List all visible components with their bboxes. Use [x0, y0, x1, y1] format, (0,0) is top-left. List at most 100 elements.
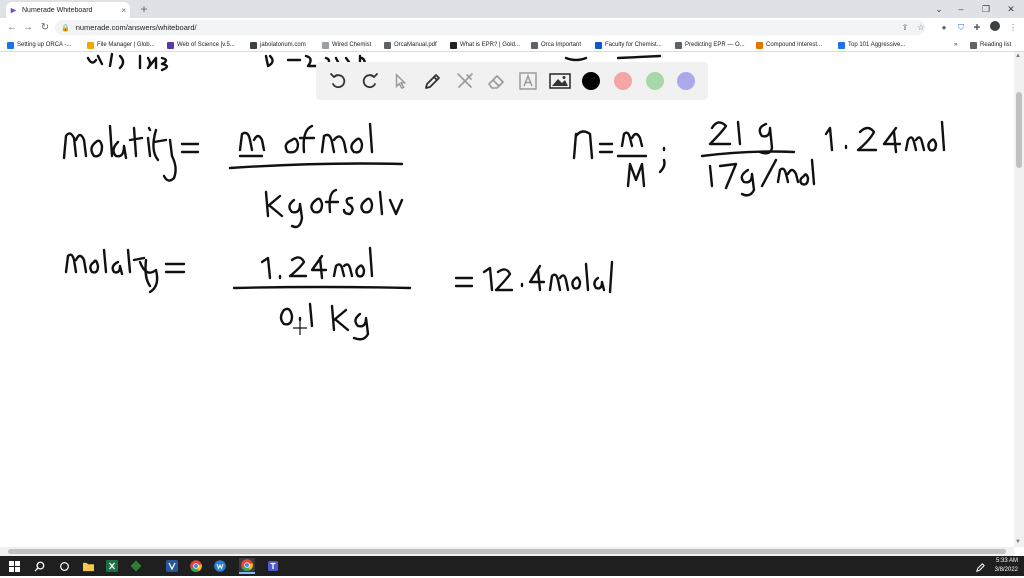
- whiteboard-toolbar: [316, 62, 708, 100]
- bookmark-item[interactable]: Wired Chemist: [322, 39, 371, 51]
- cursor-icon: [395, 72, 407, 90]
- bookmark-item[interactable]: Orca Important: [531, 39, 581, 51]
- image-icon: [548, 73, 571, 89]
- taskbar-clock[interactable]: 5:33 AM 3/8/2022: [995, 556, 1018, 577]
- undo-button[interactable]: [324, 67, 352, 95]
- minimize-button[interactable]: –: [948, 0, 974, 18]
- forward-button[interactable]: →: [20, 19, 36, 37]
- bookmarks-overflow-button[interactable]: »: [954, 39, 957, 51]
- word-icon[interactable]: [212, 558, 228, 574]
- numerade-favicon-icon: [10, 7, 17, 13]
- pen-tool-button[interactable]: [419, 67, 447, 95]
- horizontal-scroll-thumb[interactable]: [8, 549, 1006, 554]
- bookmark-favicon-icon: [675, 41, 682, 49]
- tab-close-icon[interactable]: ×: [121, 6, 126, 15]
- reload-button[interactable]: ↻: [37, 19, 53, 37]
- bookmark-favicon-icon: [7, 41, 14, 49]
- ink-molality-definition: [62, 122, 404, 229]
- file-explorer-icon[interactable]: [80, 558, 96, 574]
- back-button[interactable]: ←: [4, 19, 20, 37]
- close-window-button[interactable]: ✕: [998, 0, 1024, 18]
- bookmark-item[interactable]: File Manager | Glob...: [87, 39, 155, 51]
- bookmark-favicon-icon: [838, 41, 845, 49]
- scroll-up-icon[interactable]: ▲: [1015, 53, 1021, 59]
- bookmark-item[interactable]: Predicting EPR — O...: [675, 39, 745, 51]
- clock-date: 3/8/2022: [994, 567, 1018, 573]
- extension-icon[interactable]: ●: [937, 21, 951, 35]
- bookmark-favicon-icon: [322, 41, 329, 49]
- browser-tab[interactable]: Numerade Whiteboard ×: [6, 2, 130, 18]
- redo-icon: [362, 73, 378, 89]
- new-tab-button[interactable]: +: [137, 2, 151, 16]
- bookmark-item[interactable]: Top 101 Aggressive...: [838, 39, 905, 51]
- bookmark-star-icon[interactable]: ☆: [914, 21, 928, 35]
- teams-icon[interactable]: [266, 558, 282, 574]
- bookmark-item[interactable]: jabolatorium.com: [250, 39, 306, 51]
- redo-button[interactable]: [356, 67, 384, 95]
- clock-time: 5:33 AM: [995, 558, 1018, 564]
- text-icon: [519, 72, 537, 90]
- pen-workspace-icon[interactable]: [975, 560, 987, 572]
- ink-molality-calculation: [64, 246, 614, 341]
- search-icon[interactable]: [31, 558, 47, 574]
- tools-button[interactable]: [451, 67, 479, 95]
- tab-title: Numerade Whiteboard: [22, 6, 93, 14]
- color-dot: [645, 72, 664, 90]
- vertical-scroll-thumb[interactable]: [1016, 92, 1022, 168]
- eraser-tool-button[interactable]: [482, 67, 510, 95]
- color-swatch-red[interactable]: [609, 67, 637, 95]
- color-dot: [613, 72, 632, 90]
- lock-icon[interactable]: 🔒: [61, 24, 70, 32]
- bookmark-favicon-icon: [250, 41, 257, 49]
- chrome-icon[interactable]: [188, 558, 204, 574]
- active-chrome-icon[interactable]: [239, 558, 255, 574]
- browser-menu-icon[interactable]: ⋮: [1006, 21, 1020, 35]
- handwriting-ink: [62, 52, 946, 341]
- color-swatch-blue[interactable]: [672, 67, 700, 95]
- bookmark-favicon-icon: [450, 41, 457, 49]
- url-text: numerade.com/answers/whiteboard/: [75, 23, 197, 32]
- scroll-down-icon[interactable]: ▼: [1015, 539, 1021, 545]
- bookmark-favicon-icon: [384, 41, 391, 49]
- tab-strip: [0, 0, 1024, 18]
- ink-moles-calculation: [572, 120, 946, 197]
- bookmark-favicon-icon: [531, 41, 538, 49]
- restore-button[interactable]: ❐: [973, 0, 999, 18]
- text-tool-button[interactable]: [514, 67, 542, 95]
- image-tool-button[interactable]: [546, 67, 574, 95]
- bookmark-item[interactable]: Compound Interest...: [756, 39, 822, 51]
- bookmark-favicon-icon: [595, 41, 602, 49]
- bookmark-item[interactable]: What is EPR? | Gold...: [450, 39, 520, 51]
- bookmark-item[interactable]: Setting up ORCA -...: [7, 39, 71, 51]
- app-green-icon[interactable]: [128, 558, 144, 574]
- pen-icon: [424, 74, 440, 89]
- windows-start-icon[interactable]: [6, 558, 22, 574]
- bookmark-item[interactable]: OrcaManual.pdf: [384, 39, 437, 51]
- color-swatch-green[interactable]: [641, 67, 669, 95]
- bookmark-item[interactable]: Faculty for Chemist...: [595, 39, 662, 51]
- puzzle-extensions-icon[interactable]: ✚: [970, 21, 984, 35]
- app-vs-icon[interactable]: [164, 558, 180, 574]
- select-tool-button[interactable]: [387, 67, 415, 95]
- reading-list-button[interactable]: Reading list: [970, 39, 1011, 51]
- tools-icon: [456, 73, 473, 88]
- share-icon[interactable]: ⇪: [898, 21, 912, 35]
- address-bar[interactable]: 🔒 numerade.com/answers/whiteboard/: [55, 20, 925, 35]
- bookmark-favicon-icon: [87, 41, 94, 49]
- eraser-icon: [488, 75, 504, 89]
- crosshair-cursor-icon: [293, 321, 307, 335]
- color-swatch-black[interactable]: [577, 67, 605, 95]
- shield-extension-icon[interactable]: ⛉: [954, 21, 968, 35]
- task-view-icon[interactable]: [56, 558, 72, 574]
- excel-icon[interactable]: [104, 558, 120, 574]
- profile-avatar[interactable]: [988, 21, 1002, 35]
- windows-taskbar: [0, 556, 1024, 576]
- bookmark-favicon-icon: [756, 41, 763, 49]
- reading-list-icon: [970, 41, 977, 49]
- color-dot: [582, 72, 601, 90]
- undo-icon: [329, 73, 346, 89]
- whiteboard-canvas[interactable]: [0, 52, 1014, 547]
- bookmark-item[interactable]: Web of Science [v.5...: [167, 39, 235, 51]
- bookmark-favicon-icon: [167, 41, 174, 49]
- color-dot: [677, 72, 696, 90]
